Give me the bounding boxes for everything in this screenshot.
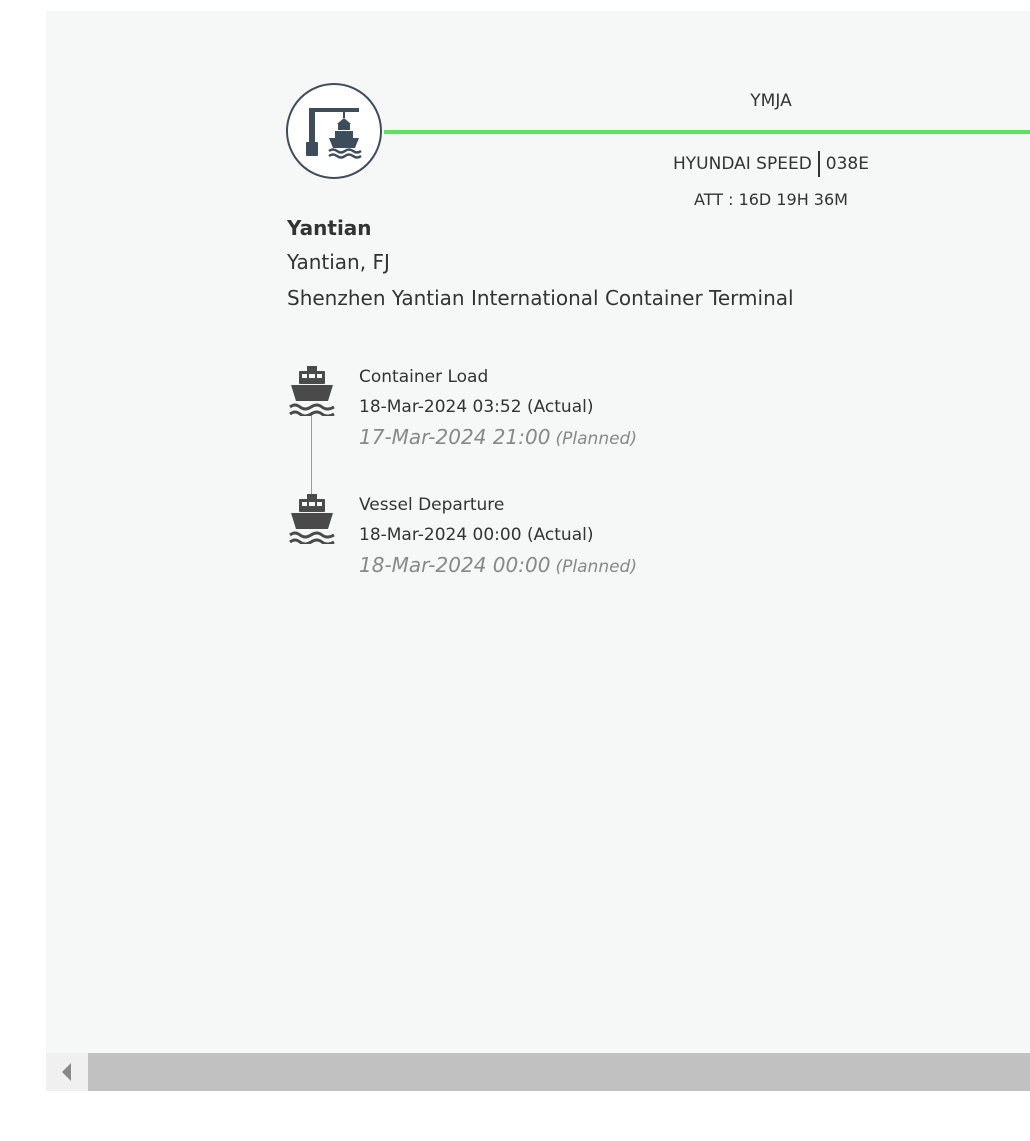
event-title: Container Load xyxy=(359,367,489,387)
origin-port-name: Yantian xyxy=(287,216,372,240)
port-crane-ship-svg xyxy=(306,108,362,159)
chevron-left-icon xyxy=(62,1063,71,1081)
planned-date: 17-Mar-2024 21:00 xyxy=(359,425,551,449)
planned-date: 18-Mar-2024 00:00 xyxy=(359,553,551,577)
port-crane-ship-icon xyxy=(286,83,382,179)
event-planned-time: 17-Mar-2024 21:00 (Planned) xyxy=(359,425,637,451)
origin-city: Yantian, FJ xyxy=(287,250,390,274)
ship-icon xyxy=(289,494,335,544)
event-connector-line xyxy=(311,412,312,498)
origin-terminal: Shenzhen Yantian International Container… xyxy=(287,286,794,310)
planned-tag: (Planned) xyxy=(555,557,637,577)
vessel-name: HYUNDAI SPEED xyxy=(673,154,812,174)
event-title: Vessel Departure xyxy=(359,495,505,515)
scrollbar-thumb[interactable] xyxy=(88,1053,1030,1091)
vessel-voyage-divider xyxy=(817,151,820,177)
voyage-number: 038E xyxy=(825,154,869,174)
event-planned-time: 18-Mar-2024 00:00 (Planned) xyxy=(359,553,637,579)
planned-tag: (Planned) xyxy=(555,429,637,449)
event-actual-time: 18-Mar-2024 03:52 (Actual) xyxy=(359,397,594,417)
service-code: YMJA xyxy=(750,91,792,111)
event-texts: Container Load 18-Mar-2024 03:52 (Actual… xyxy=(359,366,637,451)
ship-icon xyxy=(289,366,335,416)
att-duration: ATT : 16D 19H 36M xyxy=(694,190,848,209)
route-progress-line xyxy=(384,130,1030,134)
horizontal-scrollbar[interactable] xyxy=(46,1053,1030,1091)
scroll-left-button[interactable] xyxy=(46,1053,88,1091)
event-actual-time: 18-Mar-2024 00:00 (Actual) xyxy=(359,525,594,545)
event-texts: Vessel Departure 18-Mar-2024 00:00 (Actu… xyxy=(359,494,637,579)
vessel-voyage: HYUNDAI SPEED 038E xyxy=(620,151,922,177)
